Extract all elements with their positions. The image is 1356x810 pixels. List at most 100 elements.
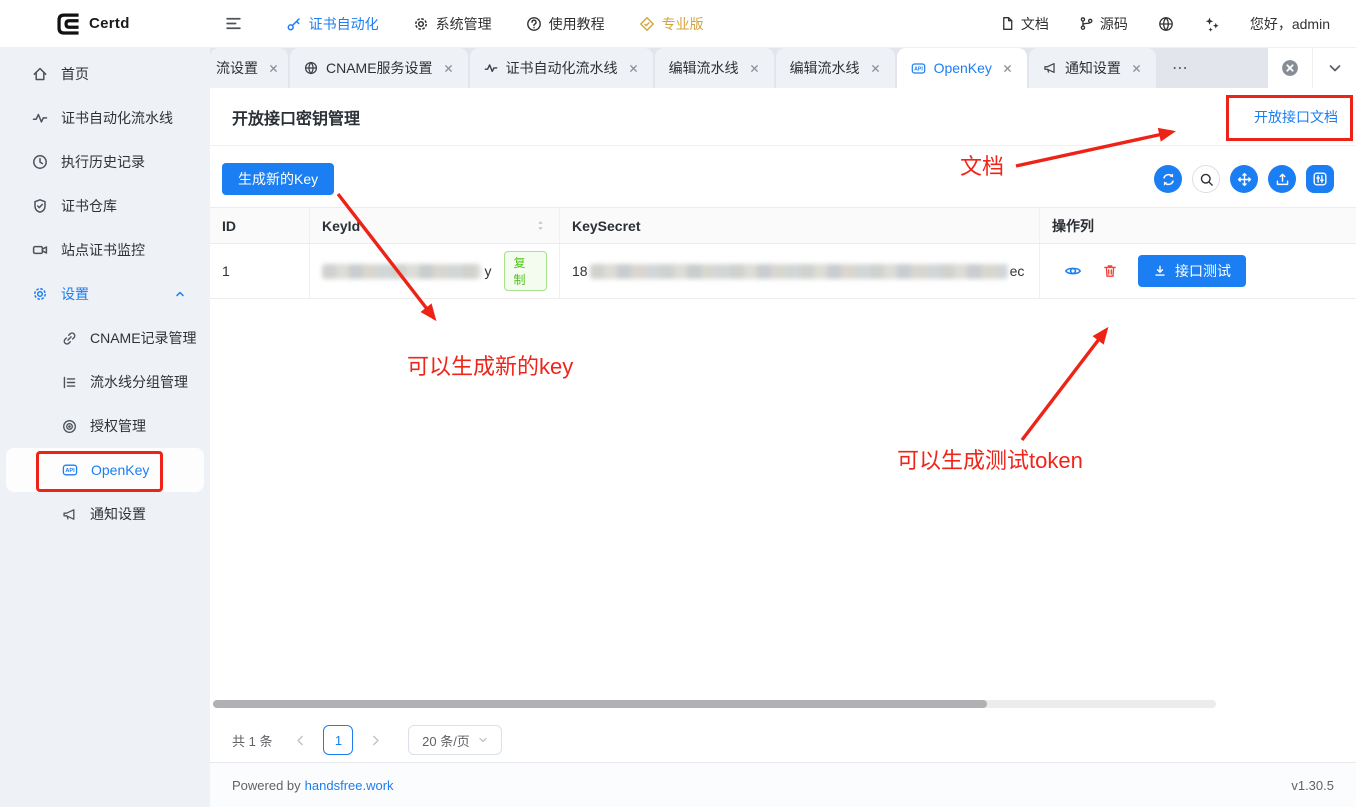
tab-cname-service[interactable]: CNAME服务设置 [290,48,468,88]
scrollbar-thumb[interactable] [213,700,987,708]
svg-text:API: API [914,66,923,72]
secret-suffix-text: ec [1010,263,1025,279]
version-label: v1.30.5 [1291,778,1334,793]
close-icon[interactable] [1131,63,1142,74]
nav-tutorial[interactable]: 使用教程 [526,14,605,34]
sidebar-item-pipeline-groups[interactable]: 流水线分组管理 [6,360,204,404]
tab-edit-pipeline-2[interactable]: 编辑流水线 [776,48,895,88]
sidebar-item-cname-records[interactable]: CNAME记录管理 [6,316,204,360]
user-greeting[interactable]: 您好，admin [1250,14,1330,34]
list-group-icon [62,375,77,390]
prev-page-button[interactable] [294,734,307,747]
certd-logo-icon [55,11,81,37]
close-icon[interactable] [628,63,639,74]
home-icon [32,66,48,82]
view-eye-icon[interactable] [1064,262,1082,280]
sidebar-item-history[interactable]: 执行历史记录 [0,140,210,184]
link-icon [62,331,77,346]
menu-fold-icon[interactable] [225,15,242,32]
footer: Powered by handsfree.work v1.30.5 [210,762,1356,807]
api-test-icon [1153,264,1167,278]
shield-check-icon [32,198,48,214]
generate-key-button[interactable]: 生成新的Key [222,163,334,195]
pro-badge-icon [639,16,655,32]
redacted-keyid [322,264,481,279]
brand[interactable]: Certd [55,11,130,37]
language-globe-icon[interactable] [1158,16,1174,32]
sort-icon[interactable] [534,219,547,232]
tab-cert-pipelines[interactable]: 证书自动化流水线 [470,48,653,88]
compact-move-button[interactable] [1230,165,1258,193]
handsfree-link[interactable]: handsfree.work [305,778,394,793]
close-icon[interactable] [1002,63,1013,74]
megaphone-icon [62,507,77,522]
sidebar: 首页 证书自动化流水线 执行历史记录 证书仓库 站点证书监控 设置 CNAME记… [0,48,210,807]
page-number-button[interactable]: 1 [323,725,353,755]
table-tools [1154,165,1344,193]
sidebar-item-pipelines[interactable]: 证书自动化流水线 [0,96,210,140]
sidebar-item-cert-store[interactable]: 证书仓库 [0,184,210,228]
source-code-link[interactable]: 源码 [1079,14,1128,34]
export-button[interactable] [1268,165,1296,193]
document-icon [1000,16,1015,31]
top-nav: 证书自动化 系统管理 使用教程 专业版 [286,14,704,34]
history-clock-icon [32,154,48,170]
powered-by-text: Powered by [232,778,301,793]
delete-trash-icon[interactable] [1102,263,1118,279]
chevron-down-icon [477,734,489,746]
tab-actions-panel [1268,48,1356,88]
page-title: 开放接口密钥管理 [232,105,360,129]
chevron-up-icon [174,288,186,300]
page-header: 开放接口密钥管理 开放接口文档 [210,88,1356,146]
sidebar-item-notifications[interactable]: 通知设置 [6,492,204,536]
column-header-actions: 操作列 [1040,208,1356,243]
column-header-keyid[interactable]: KeyId [310,208,560,243]
tab-openkey[interactable]: API OpenKey [897,48,1027,88]
column-header-id: ID [210,208,310,243]
tabs-more-button[interactable]: ⋯ [1158,48,1204,88]
sidebar-item-openkey[interactable]: API OpenKey [6,448,204,492]
page-size-select[interactable]: 20 条/页 [408,725,502,755]
empty-table-area [210,299,1356,700]
crud-toolbar: 生成新的Key [222,163,1344,195]
close-icon[interactable] [749,63,760,74]
tab-edit-pipeline-1[interactable]: 编辑流水线 [655,48,774,88]
theme-sparkles-icon[interactable] [1204,16,1220,32]
tab-bar: 流设置 CNAME服务设置 证书自动化流水线 编辑流水线 编辑流水线 API O… [210,48,1356,88]
open-api-docs-link[interactable]: 开放接口文档 [1254,107,1338,127]
nav-cert-automation[interactable]: 证书自动化 [286,14,379,34]
tabs-dropdown-button[interactable] [1312,48,1356,88]
tab-notify-settings[interactable]: 通知设置 [1029,48,1156,88]
table-header-row: ID KeyId KeySecret 操作列 [210,207,1356,244]
close-all-tabs-button[interactable] [1268,48,1312,88]
top-header: Certd 证书自动化 系统管理 使用教程 专业版 文档 源码 [0,0,1356,48]
sidebar-item-settings[interactable]: 设置 [0,272,210,316]
key-icon [286,16,302,32]
pulse-icon [32,110,48,126]
columns-settings-button[interactable] [1306,165,1334,193]
megaphone-icon [1043,61,1057,75]
total-count: 共 1 条 [232,731,272,750]
nav-pro-edition[interactable]: 专业版 [639,14,704,34]
git-branch-icon [1079,16,1094,31]
next-page-button[interactable] [369,734,382,747]
close-icon[interactable] [268,63,279,74]
close-icon[interactable] [870,63,881,74]
docs-top-link[interactable]: 文档 [1000,14,1049,34]
redacted-keysecret [590,264,1008,279]
sidebar-item-site-monitor[interactable]: 站点证书监控 [0,228,210,272]
api-test-button[interactable]: 接口测试 [1138,255,1246,287]
nav-system-management[interactable]: 系统管理 [413,14,492,34]
sidebar-item-authorization[interactable]: 授权管理 [6,404,204,448]
refresh-button[interactable] [1154,165,1182,193]
brand-name: Certd [89,15,130,32]
tab-clipped-settings[interactable]: 流设置 [210,48,288,88]
close-icon[interactable] [443,63,454,74]
question-icon [526,16,542,32]
pagination: 共 1 条 1 20 条/页 [210,718,1356,762]
copy-tag-button[interactable]: 复制 [504,251,548,291]
search-button[interactable] [1192,165,1220,193]
table-row: 1 y 复制 18 ec 接口测试 [210,244,1356,299]
sidebar-item-home[interactable]: 首页 [0,52,210,96]
cell-id: 1 [210,244,310,298]
